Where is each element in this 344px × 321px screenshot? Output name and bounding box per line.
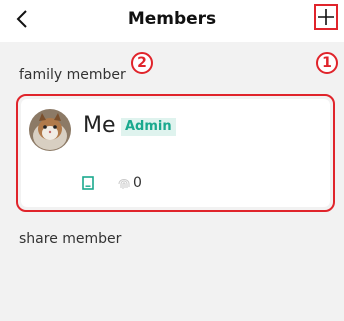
- page-title: Members: [127, 9, 217, 29]
- share-member-label: share member: [19, 231, 122, 247]
- admin-badge: Admin: [121, 118, 176, 136]
- add-member-button[interactable]: [314, 4, 338, 30]
- member-card[interactable]: Me Admin 0: [21, 99, 330, 207]
- member-name: Me: [83, 113, 116, 138]
- phone-icon: [82, 176, 94, 190]
- avatar: [29, 109, 71, 151]
- annotation-marker-2: 2: [131, 52, 153, 74]
- top-bar: Members: [0, 0, 344, 42]
- fingerprint-count: 0: [133, 175, 142, 191]
- fingerprint-icon: [118, 179, 130, 189]
- annotation-marker-1: 1: [316, 52, 338, 74]
- family-member-label: family member: [19, 67, 126, 83]
- plus-icon: [318, 9, 334, 25]
